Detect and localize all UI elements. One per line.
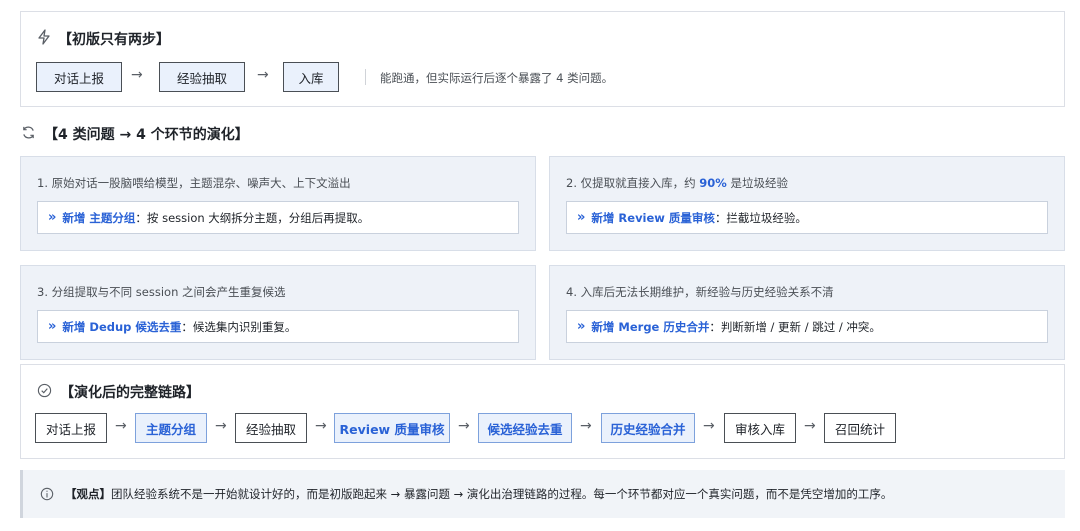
solution-box: » 新增 Dedup 候选去重 ：候选集内识别重复。 [37,310,519,343]
chain-arrow: → [115,418,127,434]
problem-card-4: 4. 入库后无法长期维护，新经验与历史经验关系不清 » 新增 Merge 历史合… [549,265,1065,360]
chain-arrow: → [315,418,327,434]
chain-step-stats: 召回统计 [824,413,896,443]
initial-version-panel [20,11,1065,107]
chevron-double-right-icon: » [577,210,586,225]
chain-arrow: → [703,418,715,434]
initial-arrow: → [257,67,269,83]
problem-text: 2. 仅提取就直接入库，约 90% 是垃圾经验 [566,176,788,190]
check-circle-icon [36,382,52,398]
chevron-double-right-icon: » [48,210,57,225]
chevron-double-right-icon: » [577,319,586,334]
chain-step-approve: 审核入库 [724,413,796,443]
chevron-double-right-icon: » [48,319,57,334]
chain-step-merge: 历史经验合并 [601,413,695,443]
chain-arrow: → [215,418,227,434]
problem-text: 3. 分组提取与不同 session 之间会产生重复候选 [37,285,286,299]
divider [365,69,366,85]
initial-step-extract: 经验抽取 [159,62,245,92]
solution-box: » 新增 Merge 历史合并 ：判断新增 / 更新 / 跳过 / 冲突。 [566,310,1048,343]
final-chain-title: 【演化后的完整链路】 [60,385,200,401]
chain-arrow: → [804,418,816,434]
solution-box: » 新增 Review 质量审核 ：拦截垃圾经验。 [566,201,1048,234]
initial-step-report: 对话上报 [36,62,122,92]
chain-step-dedup: 候选经验去重 [478,413,572,443]
info-icon [39,486,55,502]
chain-step-topic-group: 主题分组 [135,413,207,443]
problem-text: 4. 入库后无法长期维护，新经验与历史经验关系不清 [566,285,834,299]
chain-step-report: 对话上报 [35,413,107,443]
solution-label: 新增 Review 质量审核 [591,210,715,225]
solution-label: 新增 主题分组 [62,210,136,225]
final-chain-panel [20,364,1065,459]
solution-label: 新增 Dedup 候选去重 [62,319,182,334]
solution-label: 新增 Merge 历史合并 [591,319,710,334]
initial-version-title: 【初版只有两步】 [58,32,170,48]
evolution-title: 【4 类问题 → 4 个环节的演化】 [44,127,249,143]
initial-arrow: → [131,67,143,83]
problem-card-3: 3. 分组提取与不同 session 之间会产生重复候选 » 新增 Dedup … [20,265,536,360]
refresh-icon [20,124,36,140]
solution-desc: ：判断新增 / 更新 / 跳过 / 冲突。 [709,319,881,334]
chain-step-extract: 经验抽取 [235,413,307,443]
solution-desc: ：候选集内识别重复。 [181,319,297,334]
initial-step-store: 入库 [283,62,339,92]
solution-desc: ：按 session 大纲拆分主题，分组后再提取。 [135,210,370,225]
solution-desc: ：拦截垃圾经验。 [714,210,807,225]
viewpoint-callout: 【观点】团队经验系统不是一开始就设计好的，而是初版跑起来 → 暴露问题 → 演化… [20,470,1065,518]
viewpoint-text: 【观点】团队经验系统不是一开始就设计好的，而是初版跑起来 → 暴露问题 → 演化… [65,487,893,501]
chain-arrow: → [458,418,470,434]
solution-box: » 新增 主题分组 ：按 session 大纲拆分主题，分组后再提取。 [37,201,519,234]
problem-card-1: 1. 原始对话一股脑喂给模型，主题混杂、噪声大、上下文溢出 » 新增 主题分组 … [20,156,536,251]
lightning-icon [36,29,52,45]
problem-text: 1. 原始对话一股脑喂给模型，主题混杂、噪声大、上下文溢出 [37,176,351,190]
chain-step-review: Review 质量审核 [334,413,450,443]
chain-arrow: → [580,418,592,434]
initial-note: 能跑通，但实际运行后逐个暴露了 4 类问题。 [380,71,614,85]
problem-card-2: 2. 仅提取就直接入库，约 90% 是垃圾经验 » 新增 Review 质量审核… [549,156,1065,251]
